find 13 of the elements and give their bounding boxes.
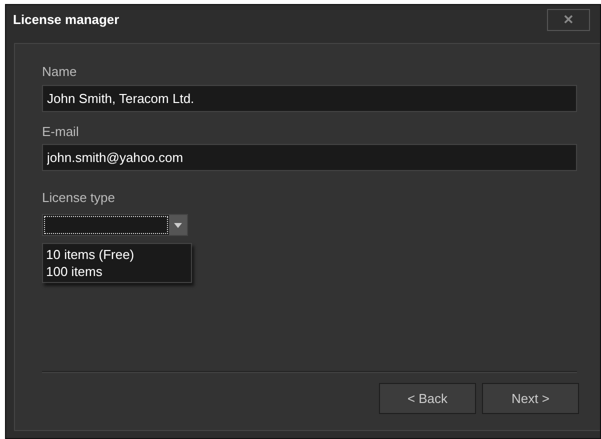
window-title: License manager <box>13 11 120 30</box>
field-label: E-mail <box>42 122 79 140</box>
dropdown-option[interactable]: 100 items <box>43 263 106 280</box>
text-field[interactable]: john.smith@yahoo.com <box>42 144 577 171</box>
field-label: Name <box>42 63 77 81</box>
field-label: License type <box>42 189 115 207</box>
caret-icon <box>174 222 182 228</box>
nav-button[interactable]: Next > <box>482 383 579 414</box>
close-button[interactable]: ✕ <box>547 9 590 31</box>
license-type-dropdown[interactable] <box>42 214 188 236</box>
dropdown-option[interactable]: 10 items (Free) <box>43 246 138 263</box>
nav-button[interactable]: < Back <box>379 383 476 414</box>
text-field[interactable]: John Smith, Teracom Ltd. <box>42 84 577 112</box>
